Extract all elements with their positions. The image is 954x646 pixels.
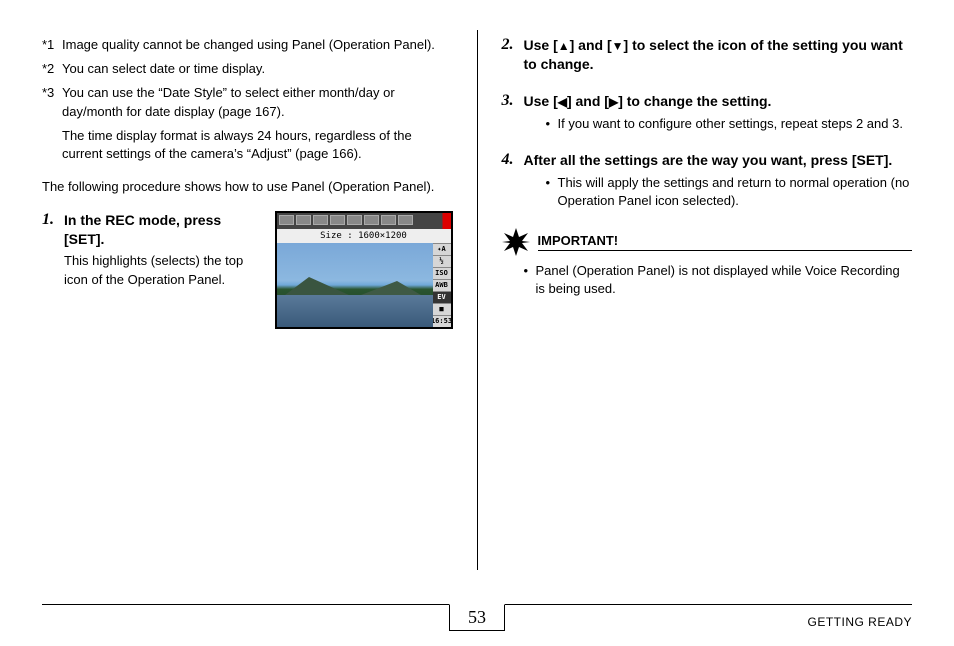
footnote-marker: *3 bbox=[42, 84, 62, 120]
camera-icon: ✦A bbox=[433, 243, 451, 255]
bullet-icon: • bbox=[524, 262, 536, 298]
step-bullet: • If you want to configure other setting… bbox=[546, 115, 913, 133]
step-4: 4. After all the settings are the way yo… bbox=[502, 151, 913, 214]
camera-size-label: Size : 1600×1200 bbox=[277, 229, 451, 243]
step-number: 1. bbox=[42, 211, 64, 329]
footnote-marker: *2 bbox=[42, 60, 62, 78]
camera-icon: ■ bbox=[433, 303, 451, 315]
footnote-text: You can use the “Date Style” to select e… bbox=[62, 84, 453, 120]
up-arrow-icon: ▲ bbox=[558, 38, 570, 54]
step-title: Use [▲] and [▼] to select the icon of th… bbox=[524, 36, 913, 74]
step-title: In the REC mode, press [SET]. bbox=[64, 211, 263, 249]
footnote-marker: *1 bbox=[42, 36, 62, 54]
step-title: After all the settings are the way you w… bbox=[524, 151, 913, 170]
step-description: This highlights (selects) the top icon o… bbox=[64, 252, 263, 288]
page-number: 53 bbox=[449, 604, 505, 631]
camera-icon: AWB bbox=[433, 279, 451, 291]
intro-paragraph: The following procedure shows how to use… bbox=[42, 177, 453, 197]
starburst-icon bbox=[502, 228, 530, 256]
camera-photo-preview bbox=[277, 243, 433, 327]
camera-icon: ½ bbox=[433, 255, 451, 267]
step-number: 3. bbox=[502, 92, 524, 137]
camera-side-icons: ✦A ½ ISO AWB EV ■ 16:53 bbox=[433, 243, 451, 327]
bullet-icon: • bbox=[546, 115, 558, 133]
footnote-text: Image quality cannot be changed using Pa… bbox=[62, 36, 453, 54]
step-number: 4. bbox=[502, 151, 524, 214]
camera-screenshot: Size : 1600×1200 ✦A ½ ISO AWB EV ■ bbox=[275, 211, 453, 329]
step-1: 1. In the REC mode, press [SET]. This hi… bbox=[42, 211, 453, 329]
footer-section-label: GETTING READY bbox=[807, 615, 912, 629]
bullet-icon: • bbox=[546, 174, 558, 210]
step-number: 2. bbox=[502, 36, 524, 78]
important-heading: IMPORTANT! bbox=[502, 228, 913, 256]
footnote-2: *2 You can select date or time display. bbox=[42, 60, 453, 78]
footnote-subtext: The time display format is always 24 hou… bbox=[62, 127, 453, 163]
right-arrow-icon: ▶ bbox=[609, 94, 618, 110]
step-3: 3. Use [◀] and [▶] to change the setting… bbox=[502, 92, 913, 137]
step-bullet: • This will apply the settings and retur… bbox=[546, 174, 913, 210]
step-2: 2. Use [▲] and [▼] to select the icon of… bbox=[502, 36, 913, 78]
camera-icon: 16:53 bbox=[433, 315, 451, 327]
footnote-text: You can select date or time display. bbox=[62, 60, 453, 78]
page-footer: 53 GETTING READY bbox=[42, 604, 912, 634]
step-title: Use [◀] and [▶] to change the setting. bbox=[524, 92, 913, 111]
camera-icon: ISO bbox=[433, 267, 451, 279]
camera-icon: EV bbox=[433, 291, 451, 303]
down-arrow-icon: ▼ bbox=[612, 38, 624, 54]
footnote-1: *1 Image quality cannot be changed using… bbox=[42, 36, 453, 54]
footnote-3: *3 You can use the “Date Style” to selec… bbox=[42, 84, 453, 120]
important-label: IMPORTANT! bbox=[538, 233, 913, 251]
important-bullet: • Panel (Operation Panel) is not display… bbox=[524, 262, 913, 298]
left-arrow-icon: ◀ bbox=[558, 94, 567, 110]
